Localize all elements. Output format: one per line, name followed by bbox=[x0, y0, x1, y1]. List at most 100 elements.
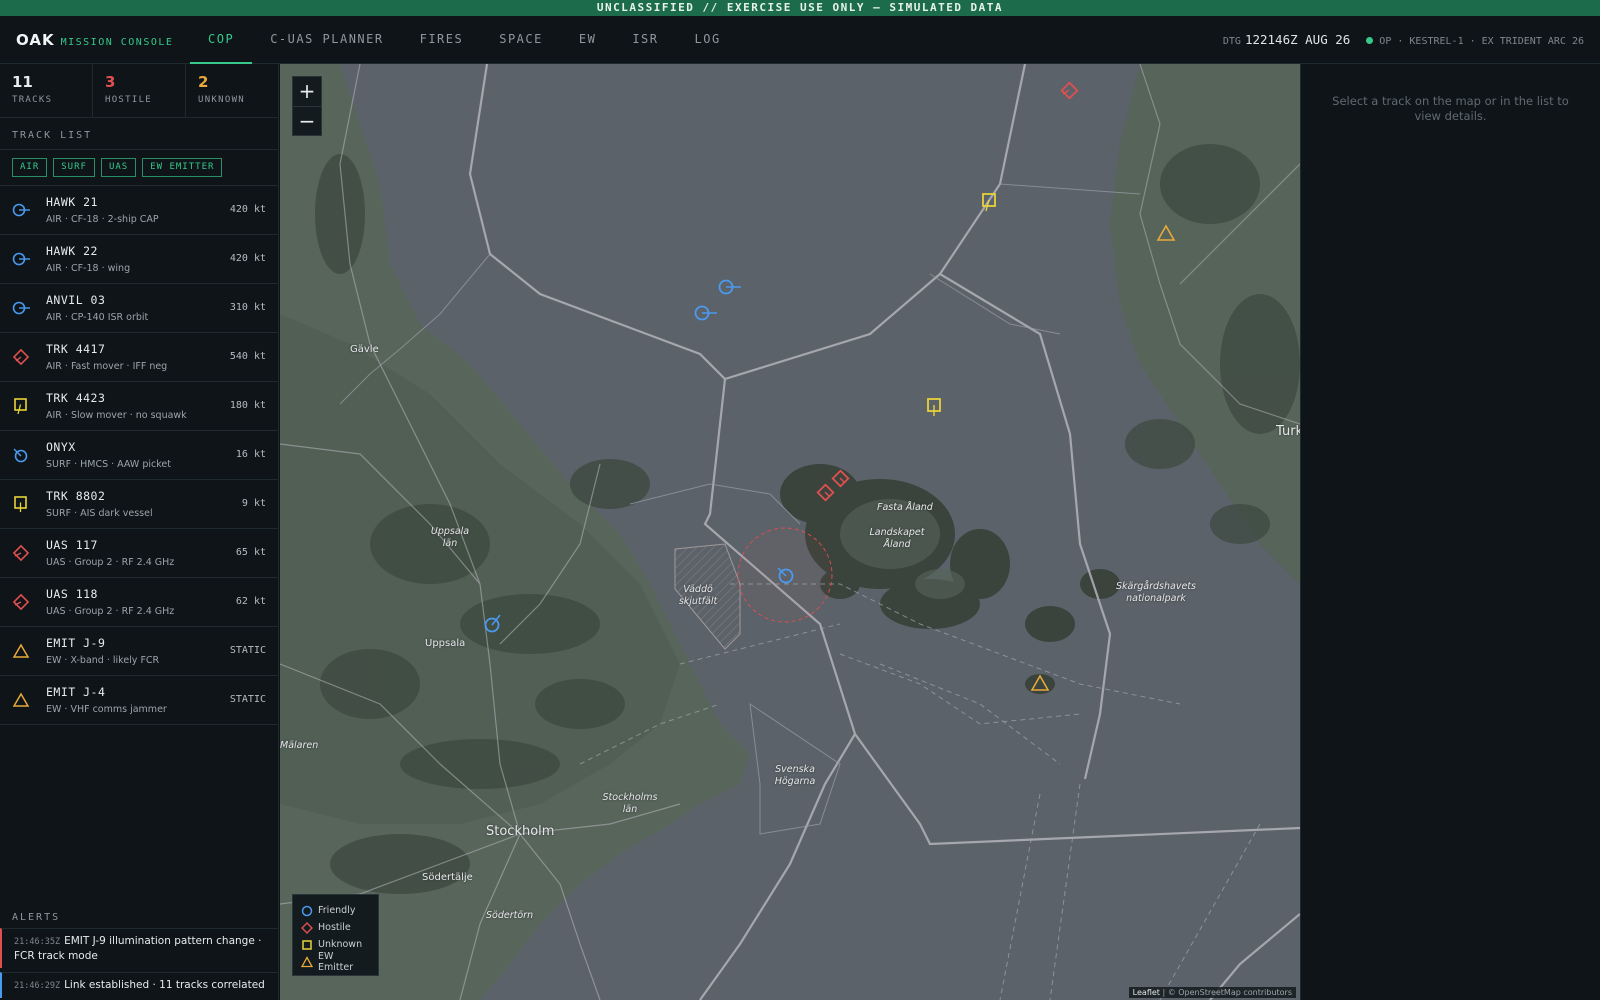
track-description: AIR · CF-18 · wing bbox=[46, 263, 131, 274]
track-marker-hawk-21[interactable] bbox=[717, 277, 743, 297]
alert-item[interactable]: 21:46:35Z EMIT J-9 illumination pattern c… bbox=[0, 928, 278, 968]
tab-log[interactable]: LOG bbox=[677, 16, 739, 64]
filter-air[interactable]: AIR bbox=[12, 158, 48, 177]
track-row[interactable]: EMIT J-4 EW · VHF comms jammer STATIC bbox=[0, 676, 278, 725]
legend-label: Unknown bbox=[318, 939, 363, 950]
place-label: Uppsala län bbox=[430, 526, 470, 549]
track-name: HAWK 21 bbox=[46, 195, 98, 209]
track-description: EW · VHF comms jammer bbox=[46, 704, 167, 715]
track-row[interactable]: TRK 4423 AIR · Slow mover · no squawk 180 … bbox=[0, 382, 278, 431]
main-tabs: COP C-UAS PLANNER FIRES SPACE EW ISR LOG bbox=[190, 16, 739, 64]
legend-friendly: Friendly bbox=[301, 902, 370, 919]
place-label: Skärgårdshavets nationalpark bbox=[1116, 581, 1196, 604]
track-name: TRK 8802 bbox=[46, 489, 106, 503]
osm-attribution[interactable]: | © OpenStreetMap contributors bbox=[1162, 988, 1292, 997]
legend-label: Friendly bbox=[318, 905, 356, 916]
track-marker-emit-j-9[interactable] bbox=[1030, 674, 1050, 692]
top-nav: OAK MISSION CONSOLE COP C-UAS PLANNER FIR… bbox=[0, 16, 1600, 64]
track-speed: 9 kt bbox=[241, 498, 266, 509]
track-row[interactable]: ANVIL 03 AIR · CP-140 ISR orbit 310 kt bbox=[0, 284, 278, 333]
detail-hint: Select a track on the map or in the list… bbox=[1332, 94, 1569, 123]
track-marker-trk-8802[interactable] bbox=[925, 396, 945, 418]
status-bar: DTG 122146Z AUG 26 OP · KESTREL-1 · EX TRI… bbox=[1223, 16, 1584, 64]
track-marker-onyx[interactable] bbox=[775, 564, 797, 586]
tab-isr[interactable]: ISR bbox=[614, 16, 676, 64]
track-description: AIR · Slow mover · no squawk bbox=[46, 410, 187, 421]
track-marker-uas-118[interactable] bbox=[815, 482, 837, 504]
count-value: 2 bbox=[198, 73, 209, 91]
track-row[interactable]: UAS 118 UAS · Group 2 · RF 2.4 GHz 62 kt bbox=[0, 578, 278, 627]
friendly-air-icon bbox=[12, 301, 30, 315]
track-row[interactable]: ONYX SURF · HMCS · AAW picket 16 kt bbox=[0, 431, 278, 480]
track-row[interactable]: EMIT J-9 EW · X-band · likely FCR STATIC bbox=[0, 627, 278, 676]
tab-ew[interactable]: EW bbox=[561, 16, 614, 64]
filter-surf[interactable]: SURF bbox=[53, 158, 95, 177]
track-speed: 62 kt bbox=[235, 596, 266, 607]
count-label: HOSTILE bbox=[105, 95, 153, 105]
count-tracks: 11 TRACKS bbox=[0, 64, 93, 117]
track-marker-anvil-03[interactable] bbox=[482, 613, 504, 635]
track-name: TRK 4423 bbox=[46, 391, 106, 405]
link-status-dot bbox=[1366, 37, 1374, 44]
place-label: Uppsala bbox=[425, 638, 466, 649]
count-label: UNKNOWN bbox=[198, 95, 246, 105]
classification-banner: UNCLASSIFIED // EXERCISE USE ONLY — SIMU… bbox=[0, 0, 1600, 16]
track-marker-trk-4417[interactable] bbox=[1059, 80, 1081, 102]
place-label: Turk bbox=[1276, 424, 1300, 439]
unknown-air-icon bbox=[14, 398, 27, 415]
place-label: Gävle bbox=[350, 344, 379, 355]
alert-item[interactable]: 21:46:29Z Link established · 11 tracks co… bbox=[0, 972, 278, 998]
alerts-title: ALERTS bbox=[12, 912, 61, 923]
track-name: EMIT J-4 bbox=[46, 685, 106, 699]
track-description: UAS · Group 2 · RF 2.4 GHz bbox=[46, 557, 175, 568]
track-row[interactable]: TRK 8802 SURF · AIS dark vessel 9 kt bbox=[0, 480, 278, 529]
hostile-air-icon bbox=[12, 348, 30, 366]
op-label: OP · KESTREL-1 · EX TRIDENT ARC 26 bbox=[1379, 36, 1584, 47]
track-description: EW · X-band · likely FCR bbox=[46, 655, 160, 666]
track-speed: 420 kt bbox=[229, 204, 266, 215]
leaflet-link[interactable]: Leaflet bbox=[1133, 988, 1160, 997]
place-label: Södertörn bbox=[486, 910, 534, 921]
tab-cop[interactable]: COP bbox=[190, 16, 253, 64]
zoom-in-button[interactable]: + bbox=[293, 77, 321, 106]
left-panel: 11 TRACKS 3 HOSTILE 2 UNKNOWN TRACK LIST… bbox=[0, 64, 279, 1000]
place-label: Väddö skjutfält bbox=[678, 584, 718, 607]
cop-map[interactable]: Gävle Uppsala län Uppsala Mälaren Stockho… bbox=[280, 64, 1300, 1000]
place-label: Svenska Högarna bbox=[774, 764, 816, 787]
count-value: 11 bbox=[12, 73, 33, 91]
place-label: Stockholm bbox=[486, 824, 555, 839]
friendly-surface-icon bbox=[13, 448, 28, 463]
tab-fires[interactable]: FIRES bbox=[402, 16, 482, 64]
track-description: SURF · AIS dark vessel bbox=[46, 508, 153, 519]
legend-label: EW Emitter bbox=[318, 950, 354, 973]
zoom-out-button[interactable]: − bbox=[293, 106, 321, 135]
tab-c-uas-planner[interactable]: C-UAS PLANNER bbox=[252, 16, 401, 64]
unknown-surface-icon bbox=[14, 496, 27, 512]
track-list: HAWK 21 AIR · CF-18 · 2-ship CAP 420 kt HAW… bbox=[0, 186, 278, 725]
dtg-label: DTG bbox=[1222, 36, 1241, 47]
track-row[interactable]: HAWK 22 AIR · CF-18 · wing 420 kt bbox=[0, 235, 278, 284]
tab-space[interactable]: SPACE bbox=[481, 16, 561, 64]
brand-name: OAK bbox=[16, 31, 55, 49]
ew-emitter-icon bbox=[12, 692, 30, 707]
legend-hostile: Hostile bbox=[301, 919, 370, 936]
alert-text: Link established · 11 tracks correlated bbox=[64, 979, 265, 991]
count-hostile: 3 HOSTILE bbox=[93, 64, 186, 117]
track-speed: 310 kt bbox=[229, 302, 266, 313]
track-name: UAS 117 bbox=[46, 538, 98, 552]
track-name: UAS 118 bbox=[46, 587, 98, 601]
brand-subtitle: MISSION CONSOLE bbox=[60, 37, 174, 48]
count-label: TRACKS bbox=[12, 95, 53, 105]
track-marker-trk-4423[interactable] bbox=[980, 191, 1000, 213]
alert-timestamp: 21:46:35Z bbox=[14, 937, 61, 947]
track-row[interactable]: UAS 117 UAS · Group 2 · RF 2.4 GHz 65 kt bbox=[0, 529, 278, 578]
track-name: ONYX bbox=[46, 440, 76, 454]
track-row[interactable]: TRK 4417 AIR · Fast mover · IFF neg 540 kt bbox=[0, 333, 278, 382]
track-row[interactable]: HAWK 21 AIR · CF-18 · 2-ship CAP 420 kt bbox=[0, 186, 278, 235]
map-legend: Friendly Hostile Unknown EW Emitter bbox=[292, 894, 379, 976]
track-marker-hawk-22[interactable] bbox=[693, 303, 719, 323]
filter-ew-emitter[interactable]: EW EMITTER bbox=[142, 158, 223, 177]
track-speed: 420 kt bbox=[229, 253, 266, 264]
filter-uas[interactable]: UAS bbox=[100, 158, 137, 177]
track-marker-emit-j-4[interactable] bbox=[1156, 224, 1176, 242]
